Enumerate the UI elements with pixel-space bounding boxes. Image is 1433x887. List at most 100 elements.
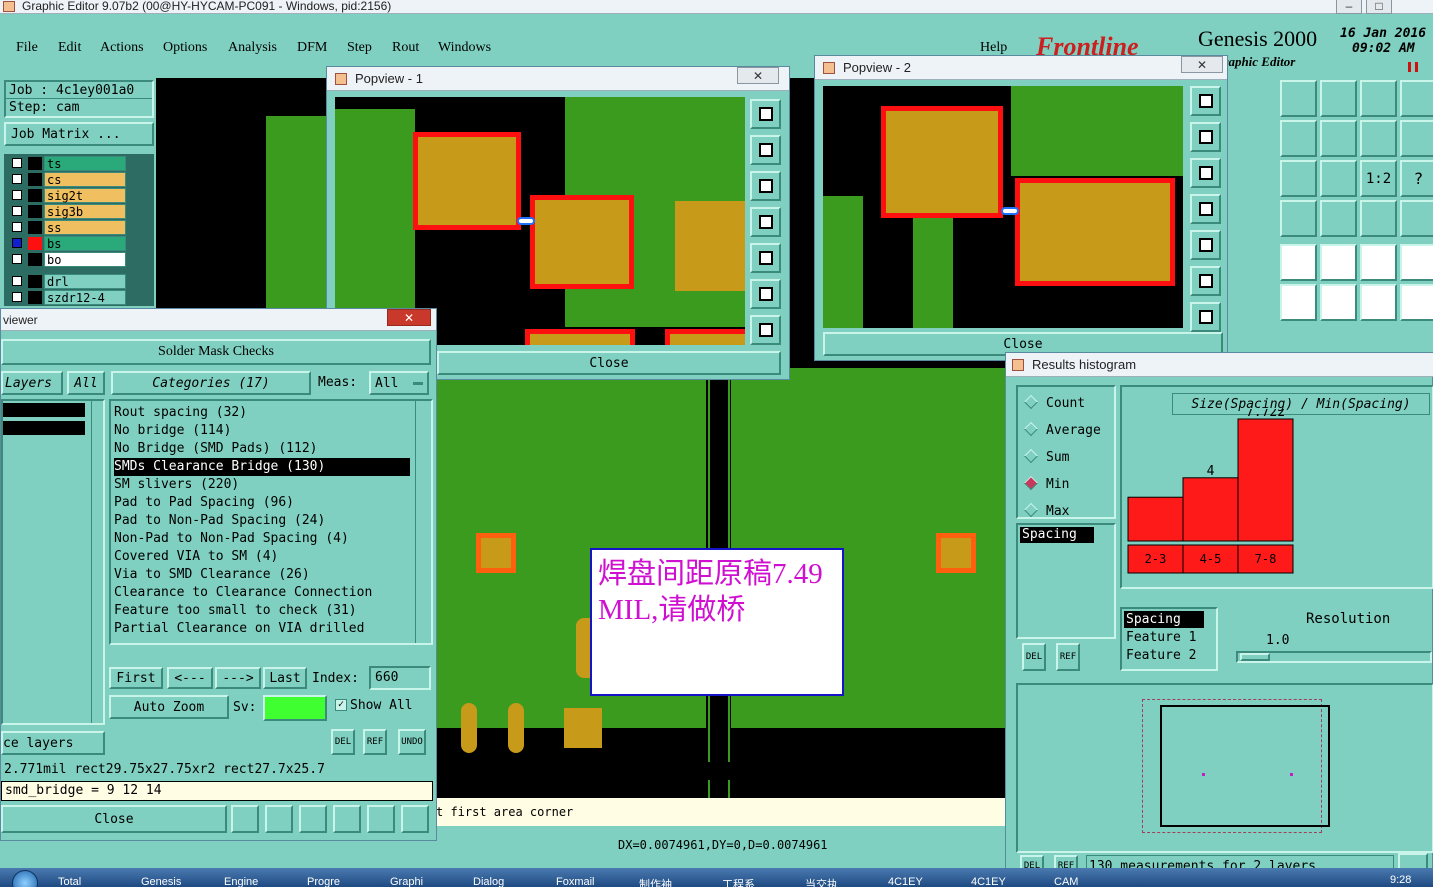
histogram-listbox[interactable]: Spacing	[1016, 523, 1116, 639]
layer-row[interactable]: ss	[6, 220, 152, 235]
tool-center-icon[interactable]	[1320, 160, 1357, 197]
taskbar-item[interactable]: 当交执	[805, 876, 883, 887]
layer-color-swatch[interactable]	[28, 291, 42, 304]
tool-open-icon[interactable]	[1280, 80, 1317, 117]
histogram-icon[interactable]	[401, 805, 429, 833]
layer-name[interactable]: bo	[44, 252, 126, 267]
start-button-icon[interactable]	[12, 870, 38, 887]
del-button[interactable]: DEL	[331, 729, 355, 755]
tool-measure-icon[interactable]	[1280, 200, 1317, 237]
taskbar-item[interactable]: Foxmail	[556, 876, 634, 887]
tool-cross-icon[interactable]	[1320, 284, 1357, 321]
auto-zoom-dropdown[interactable]: Auto Zoom	[109, 695, 229, 719]
taskbar-item[interactable]: Engine	[224, 876, 302, 887]
tool-grid-icon[interactable]	[1360, 200, 1397, 237]
tool-pad-icon[interactable]	[1280, 244, 1317, 281]
layer-checkbox[interactable]	[12, 276, 22, 286]
menu-edit[interactable]: Edit	[58, 40, 81, 56]
layer-name[interactable]: bs	[44, 236, 126, 251]
zoom-in-button[interactable]	[750, 279, 781, 309]
pan-up-button[interactable]	[1190, 122, 1221, 152]
popview-1-close-button[interactable]: Close	[437, 351, 781, 375]
menu-dfm[interactable]: DFM	[297, 40, 327, 56]
layer-color-swatch[interactable]	[28, 173, 42, 186]
category-item[interactable]: SM slivers (220)	[114, 476, 410, 494]
radio-icon[interactable]	[1023, 502, 1039, 518]
tool-line-icon[interactable]	[1320, 244, 1357, 281]
category-item[interactable]: Via to SMD Clearance (26)	[114, 566, 410, 584]
feature-item[interactable]: Feature 1	[1124, 629, 1204, 646]
layer-checkbox[interactable]	[12, 254, 22, 264]
category-item[interactable]: Partial Clearance on VIA drilled	[114, 620, 410, 638]
layer-row[interactable]: sig2t	[6, 188, 152, 203]
layers-scrollbar[interactable]	[91, 401, 103, 723]
pan-left-button[interactable]	[1190, 194, 1221, 224]
histogram-bar[interactable]	[1237, 418, 1294, 542]
pan-down-button[interactable]	[1190, 158, 1221, 188]
layer-color-swatch[interactable]	[28, 157, 42, 170]
categories-scrollbar[interactable]	[415, 401, 429, 643]
layer-checkbox[interactable]	[12, 206, 22, 216]
category-item[interactable]: No Bridge (SMD Pads) (112)	[114, 440, 410, 458]
pan-right-button[interactable]	[1190, 230, 1221, 260]
pan-up-button[interactable]	[750, 135, 781, 165]
menu-actions[interactable]: Actions	[100, 40, 144, 56]
layer-name[interactable]: szdr12-4	[44, 290, 126, 305]
category-item[interactable]: Feature too small to check (31)	[114, 602, 410, 620]
layer-color-swatch[interactable]	[28, 275, 42, 288]
tool-grid2-icon[interactable]	[1400, 200, 1433, 237]
tool-mirror-icon[interactable]	[1360, 120, 1397, 157]
layer-row[interactable]: sig3b	[6, 204, 152, 219]
tool-save-icon[interactable]	[1320, 80, 1357, 117]
taskbar-item[interactable]: 4C1EY	[888, 876, 966, 887]
layer-checkbox[interactable]	[12, 222, 22, 232]
tool-right-icon[interactable]	[1320, 120, 1357, 157]
histogram-del-button[interactable]: DEL	[1022, 643, 1046, 671]
stat-option[interactable]: Average	[1023, 421, 1101, 440]
tool-home-icon[interactable]	[1360, 80, 1397, 117]
histogram-list-item[interactable]: Spacing	[1020, 527, 1094, 543]
layers-all-button[interactable]: All	[67, 371, 105, 395]
radio-icon[interactable]	[1023, 475, 1039, 491]
tool-fit-icon[interactable]	[1280, 160, 1317, 197]
resolution-slider[interactable]	[1236, 651, 1432, 663]
layer-checkbox[interactable]	[12, 174, 22, 184]
taskbar-item[interactable]: 制作袖	[639, 876, 717, 887]
pan-down-button[interactable]	[750, 171, 781, 201]
taskbar-item[interactable]: Genesis	[141, 876, 219, 887]
smd-bridge-field[interactable]: smd_bridge = 9 12 14	[1, 781, 433, 801]
close-icon[interactable]: ✕	[737, 67, 779, 84]
layer-name[interactable]: ts	[44, 156, 126, 171]
tool-probe-icon[interactable]	[1320, 200, 1357, 237]
next-button[interactable]: --->	[215, 667, 261, 689]
sv-color-dropdown[interactable]	[263, 695, 327, 721]
meas-dropdown[interactable]: All	[369, 371, 429, 395]
radio-icon[interactable]	[1023, 394, 1039, 410]
feature-listbox[interactable]: Spacing Feature 1 Feature 2	[1120, 607, 1218, 671]
tool-ruler-icon[interactable]	[1360, 244, 1397, 281]
job-matrix-button[interactable]: Job Matrix ...	[4, 122, 154, 146]
category-item[interactable]: SMDs Clearance Bridge (130)	[114, 458, 410, 476]
category-item[interactable]: Rout spacing (32)	[114, 404, 410, 422]
layer-checkbox[interactable]	[12, 158, 22, 168]
category-item[interactable]: No bridge (114)	[114, 422, 410, 440]
highlight-icon[interactable]	[231, 805, 259, 833]
layer-row[interactable]: cs	[6, 172, 152, 187]
selected-layer[interactable]	[3, 403, 85, 417]
category-item[interactable]: Pad to Pad Spacing (96)	[114, 494, 410, 512]
layer-name[interactable]: drl	[44, 274, 126, 289]
layer-name[interactable]: cs	[44, 172, 126, 187]
layer-color-swatch[interactable]	[28, 189, 42, 202]
selected-layer[interactable]	[3, 421, 85, 435]
minimize-button[interactable]: –	[1336, 0, 1362, 14]
report-icon[interactable]	[367, 805, 395, 833]
layer-row[interactable]: bo	[6, 252, 152, 267]
categories-listbox[interactable]: Rout spacing (32) No bridge (114) No Bridg…	[109, 399, 433, 645]
maximize-button[interactable]: □	[1366, 0, 1392, 14]
menu-analysis[interactable]: Analysis	[228, 40, 277, 56]
zoom-out-button[interactable]	[750, 315, 781, 345]
tool-window-icon[interactable]	[1400, 80, 1433, 117]
zoom-window-button[interactable]	[750, 99, 781, 129]
tool-help-icon[interactable]: ?	[1400, 160, 1433, 197]
category-item[interactable]: Pad to Non-Pad Spacing (24)	[114, 512, 410, 530]
